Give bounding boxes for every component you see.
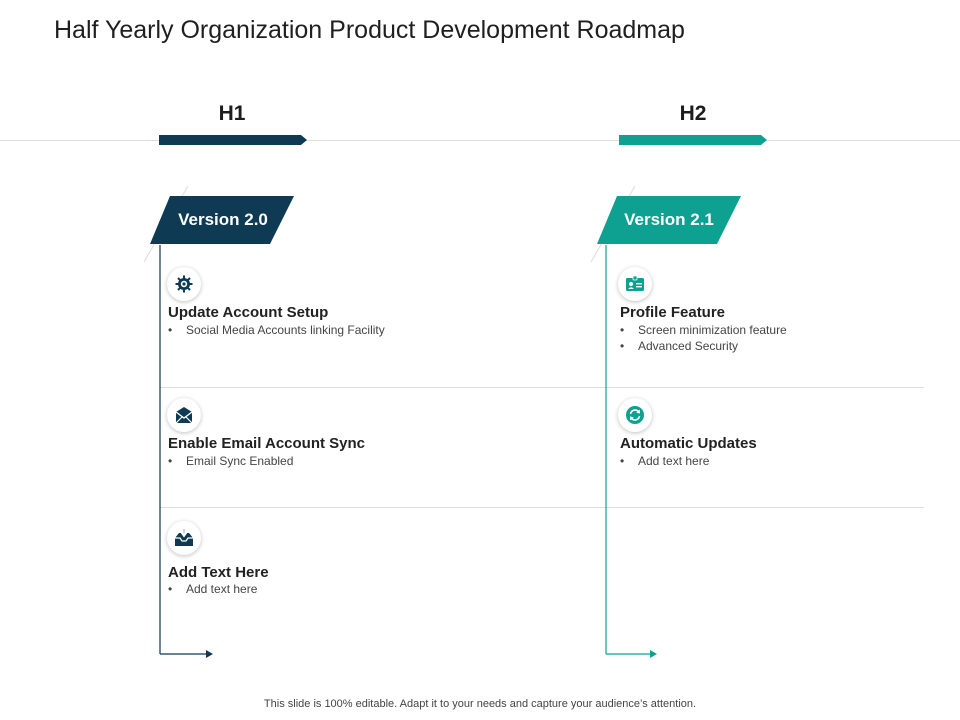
- version-label-h1: Version 2.0: [178, 210, 268, 229]
- item-title: Profile Feature: [620, 304, 726, 321]
- envelope-icon: [167, 398, 201, 432]
- item-title: Enable Email Account Sync: [168, 435, 365, 452]
- half-label-h2: H2: [679, 102, 707, 125]
- item-bullet: • Add text here: [620, 454, 710, 468]
- inbox-download-icon: [167, 521, 201, 555]
- item-bullet: • Email Sync Enabled: [168, 454, 294, 468]
- page-title: Half Yearly Organization Product Develop…: [54, 16, 685, 44]
- half-bar-h1: [159, 135, 307, 145]
- row-divider: [160, 387, 924, 388]
- item-bullet: • Add text here: [168, 582, 258, 596]
- id-card-icon: [618, 267, 652, 301]
- footer-note: This slide is 100% editable. Adapt it to…: [263, 698, 697, 710]
- header-divider: [0, 140, 960, 141]
- gear-icon: [167, 267, 201, 301]
- item-title: Add Text Here: [168, 564, 269, 581]
- half-label-h1: H1: [218, 102, 246, 125]
- version-label-h2: Version 2.1: [624, 210, 714, 229]
- item-bullet: • Social Media Accounts linking Facility: [168, 323, 385, 337]
- refresh-icon: [618, 398, 652, 432]
- item-bullet: • Advanced Security: [620, 339, 739, 353]
- item-title: Update Account Setup: [168, 304, 329, 321]
- item-title: Automatic Updates: [620, 435, 757, 452]
- row-divider: [160, 507, 924, 508]
- half-bar-h2: [619, 135, 767, 145]
- item-bullet: • Screen minimization feature: [620, 323, 787, 337]
